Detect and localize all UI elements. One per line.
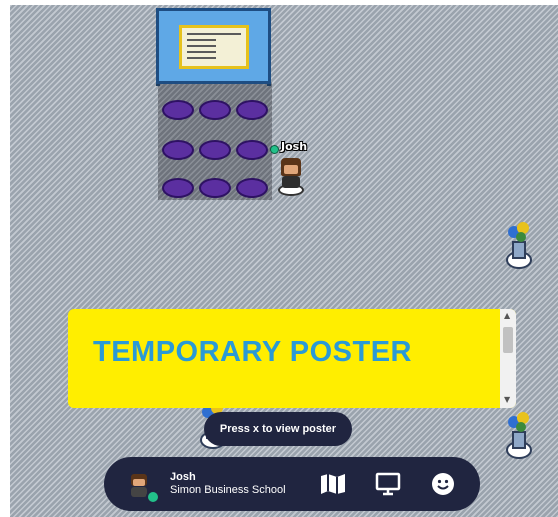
scroll-down-icon[interactable]: ▼: [504, 395, 510, 404]
player-name: Josh: [170, 471, 196, 483]
bottom-toolbar: Josh Simon Business School: [104, 457, 480, 511]
scroll-up-icon[interactable]: ▲: [504, 311, 510, 320]
view-poster-prompt: Press x to view poster: [204, 412, 352, 446]
scroll-thumb[interactable]: [503, 327, 513, 353]
potted-plant-icon: [506, 222, 532, 269]
screen-share-button[interactable]: [373, 469, 403, 499]
seat[interactable]: [236, 178, 268, 198]
seat[interactable]: [162, 140, 194, 160]
seat[interactable]: [199, 178, 231, 198]
map-icon: [321, 474, 345, 494]
seat[interactable]: [199, 100, 231, 120]
seat[interactable]: [162, 178, 194, 198]
seat[interactable]: [236, 140, 268, 160]
player-organization: Simon Business School: [170, 484, 286, 496]
poster-viewer[interactable]: TEMPORARY POSTER ▲ ▼: [68, 309, 516, 408]
player-online-indicator: [270, 145, 279, 154]
seat[interactable]: [199, 140, 231, 160]
emoji-icon: [432, 473, 454, 495]
projection-screen[interactable]: [156, 8, 271, 84]
map-button[interactable]: [318, 469, 348, 499]
poster-scrollbar[interactable]: ▲ ▼: [500, 309, 516, 408]
player-name-tag: Josh: [281, 140, 308, 153]
potted-plant-icon: [506, 412, 532, 459]
screen-share-icon: [375, 472, 401, 496]
emoji-button[interactable]: [428, 469, 458, 499]
status-online-indicator: [146, 490, 160, 504]
poster-title: TEMPORARY POSTER: [93, 336, 412, 368]
seat[interactable]: [162, 100, 194, 120]
screen-content-icon: [179, 25, 249, 69]
seat[interactable]: [236, 100, 268, 120]
